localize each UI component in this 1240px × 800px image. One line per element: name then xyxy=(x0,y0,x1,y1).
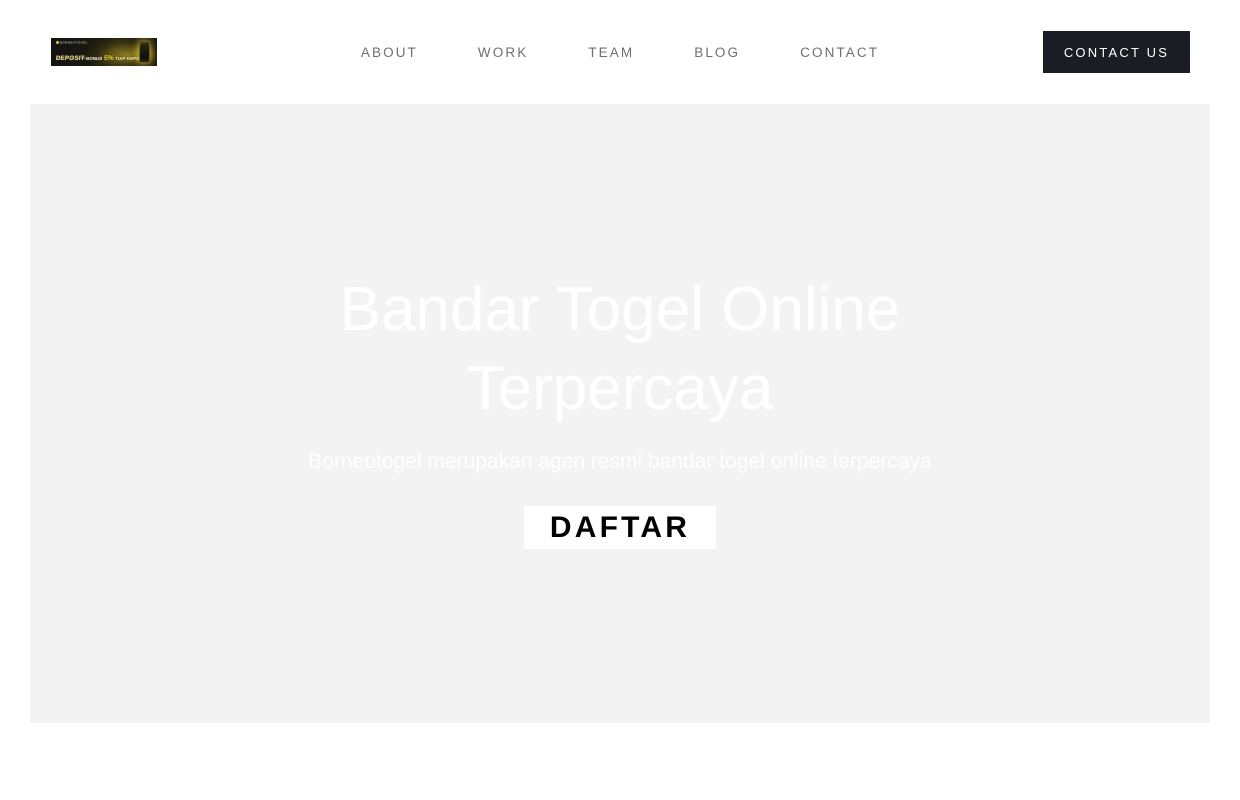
site-header: BORNEOTOGEL DEPOSITBONUS5%TIAP DEPOSIT M… xyxy=(0,0,1240,104)
nav-item-about: ABOUT xyxy=(331,37,448,68)
nav-item-work: WORK xyxy=(448,37,558,68)
page-root: BORNEOTOGEL DEPOSITBONUS5%TIAP DEPOSIT M… xyxy=(0,0,1240,800)
nav-item-contact: CONTACT xyxy=(770,37,909,68)
nav-link-contact[interactable]: CONTACT xyxy=(770,37,909,68)
nav-link-about[interactable]: ABOUT xyxy=(331,37,448,68)
nav-item-team: TEAM xyxy=(558,37,664,68)
nav-link-team[interactable]: TEAM xyxy=(558,37,664,68)
hero-subtitle: Borneotogel merupakan agen resmi bandar … xyxy=(308,449,932,473)
nav-item-blog: BLOG xyxy=(664,37,770,68)
daftar-button[interactable]: DAFTAR xyxy=(523,506,717,550)
nav-link-blog[interactable]: BLOG xyxy=(664,37,770,68)
hero-section: Bandar Togel Online Terpercaya Borneotog… xyxy=(30,104,1210,723)
hero-title: Bandar Togel Online Terpercaya xyxy=(339,274,901,424)
nav-list: ABOUT WORK TEAM BLOG CONTACT xyxy=(331,37,909,68)
hero-content: Bandar Togel Online Terpercaya Borneotog… xyxy=(30,104,1210,723)
nav-link-work[interactable]: WORK xyxy=(448,37,558,68)
contact-us-button[interactable]: CONTACT US xyxy=(1043,31,1190,73)
